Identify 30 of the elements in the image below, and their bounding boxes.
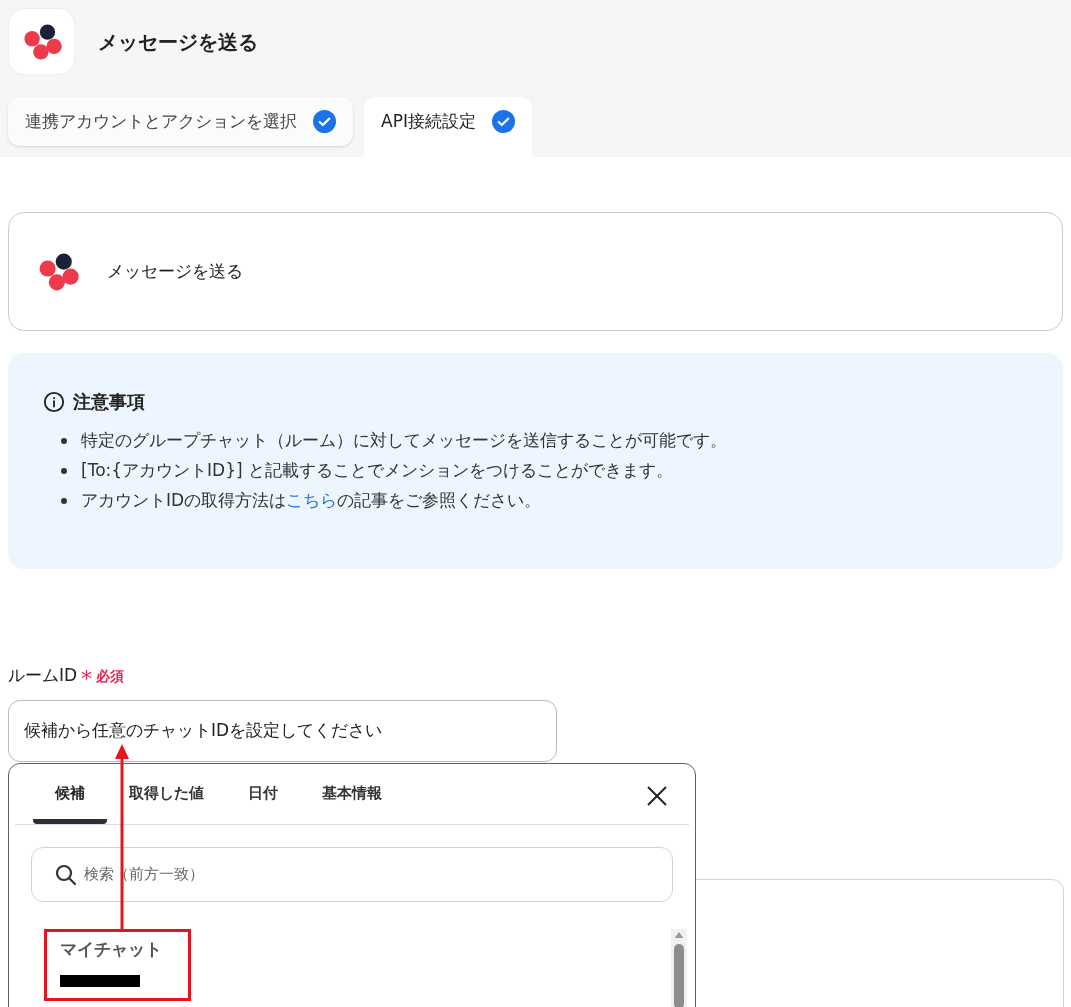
scroll-up-icon <box>674 932 684 939</box>
page-title: メッセージを送る <box>98 28 258 56</box>
picker-tab[interactable]: 基本情報 <box>300 763 404 824</box>
picker-tab[interactable]: 日付 <box>226 763 300 824</box>
notice-text: [To:{アカウントID}] と記載することでメンションをつけることができます。 <box>81 459 674 483</box>
search-icon <box>54 862 78 887</box>
info-icon <box>43 390 65 413</box>
close-icon <box>645 784 669 808</box>
notice-title: 注意事項 <box>73 390 145 414</box>
bullet-icon <box>61 468 67 474</box>
close-button[interactable] <box>645 784 669 808</box>
check-icon <box>313 110 336 133</box>
action-title: メッセージを送る <box>107 259 243 283</box>
scroll-thumb <box>674 944 684 1007</box>
room-id-field[interactable]: 候補から任意のチャットIDを設定してください <box>8 700 557 762</box>
step-tab[interactable]: API接続設定 <box>364 97 532 157</box>
notice-text: アカウントIDの取得方法はこちらの記事をご参照ください。 <box>81 489 542 513</box>
chat-option[interactable]: マイチャット <box>60 929 671 987</box>
check-icon <box>491 110 515 133</box>
notice-text: 特定のグループチャット（ルーム）に対してメッセージを送信することが可能です。 <box>81 429 727 453</box>
step-tab[interactable]: 連携アカウントとアクションを選択 <box>8 97 353 146</box>
required-asterisk: * <box>81 668 93 690</box>
bullet-icon <box>61 498 67 504</box>
picker-tab[interactable]: 候補 <box>33 763 107 824</box>
picker-tab[interactable]: 取得した値 <box>107 763 226 824</box>
required-tag: 必須 <box>96 665 125 687</box>
field-label: ルームID <box>8 664 78 688</box>
chat-name: マイチャット <box>60 938 163 961</box>
bullet-icon <box>61 438 67 444</box>
article-link[interactable]: こちら <box>286 490 338 511</box>
